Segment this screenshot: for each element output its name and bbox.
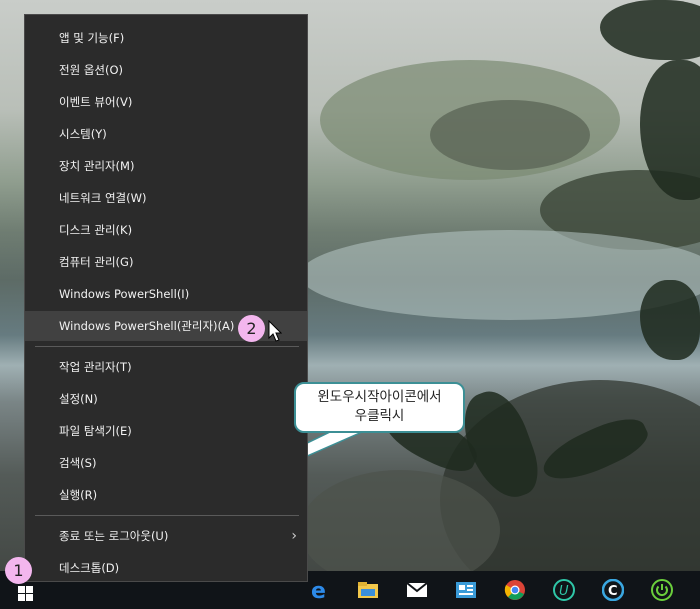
menu-separator	[35, 515, 299, 516]
windows-logo-icon	[18, 586, 33, 601]
callout-line-1: 윈도우시작아이콘에서	[317, 389, 442, 405]
file-explorer-icon[interactable]	[349, 571, 387, 609]
power-app-icon[interactable]	[643, 571, 681, 609]
c-app-icon[interactable]: C	[594, 571, 632, 609]
u-app-icon[interactable]: U	[545, 571, 583, 609]
svg-text:C: C	[608, 584, 618, 599]
chevron-right-icon: ›	[291, 528, 297, 544]
svg-text:e: e	[311, 579, 326, 601]
menu-item-device-manager[interactable]: 장치 관리자(M)	[25, 151, 307, 181]
menu-item-network-connections[interactable]: 네트워크 연결(W)	[25, 183, 307, 213]
menu-item-shutdown-signout[interactable]: 종료 또는 로그아웃(U) ›	[25, 521, 307, 551]
step-badge-2: 2	[238, 315, 265, 342]
menu-item-settings[interactable]: 설정(N)	[25, 384, 307, 414]
mail-icon[interactable]	[398, 571, 436, 609]
menu-separator	[35, 346, 299, 347]
callout-bubble: 윈도우시작아이콘에서 우클릭시	[294, 382, 465, 433]
chrome-icon[interactable]	[496, 571, 534, 609]
menu-item-system[interactable]: 시스템(Y)	[25, 119, 307, 149]
menu-item-task-manager[interactable]: 작업 관리자(T)	[25, 352, 307, 382]
menu-item-apps-features[interactable]: 앱 및 기능(F)	[25, 23, 307, 53]
menu-item-powershell[interactable]: Windows PowerShell(I)	[25, 279, 307, 309]
menu-item-file-explorer[interactable]: 파일 탐색기(E)	[25, 416, 307, 446]
menu-item-search[interactable]: 검색(S)	[25, 448, 307, 478]
menu-item-label: 종료 또는 로그아웃(U)	[59, 529, 169, 543]
callout-line-2: 우클릭시	[354, 408, 405, 424]
menu-item-disk-management[interactable]: 디스크 관리(K)	[25, 215, 307, 245]
menu-item-desktop[interactable]: 데스크톱(D)	[25, 553, 307, 583]
winx-context-menu: 앱 및 기능(F) 전원 옵션(O) 이벤트 뷰어(V) 시스템(Y) 장치 관…	[24, 14, 308, 582]
menu-item-event-viewer[interactable]: 이벤트 뷰어(V)	[25, 87, 307, 117]
menu-item-power-options[interactable]: 전원 옵션(O)	[25, 55, 307, 85]
news-icon[interactable]	[447, 571, 485, 609]
svg-text:U: U	[559, 584, 569, 599]
menu-item-computer-management[interactable]: 컴퓨터 관리(G)	[25, 247, 307, 277]
step-badge-1: 1	[5, 557, 32, 584]
menu-item-run[interactable]: 실행(R)	[25, 480, 307, 510]
mouse-cursor-icon	[268, 320, 282, 342]
